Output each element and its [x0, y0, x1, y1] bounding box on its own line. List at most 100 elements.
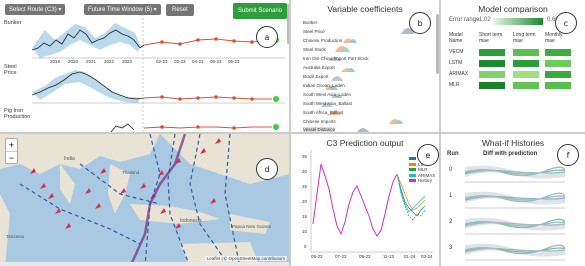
variable-label: Steel Price: [303, 29, 325, 34]
x-tick: 07-23: [335, 254, 347, 259]
legend-label: MLR: [418, 167, 428, 172]
legend-swatch: [409, 173, 416, 177]
variable-label: Bunker: [303, 20, 318, 25]
x-tick: 2023: [122, 59, 133, 64]
panel-label-e: e: [417, 144, 439, 166]
model-name: LSTM: [449, 60, 463, 66]
mae-cell: [479, 49, 505, 56]
legend-item: History: [409, 178, 439, 184]
x-tick: 01-24: [404, 254, 416, 259]
run-diff-chart[interactable]: [465, 187, 565, 209]
panel-model-comparison: Model comparison Error range 1.02 0.69 M…: [440, 0, 585, 133]
mae-cell: [513, 49, 539, 56]
variable-label: Vessel Distance: [303, 127, 336, 132]
y-tick: 35: [302, 154, 308, 159]
run-diff-chart[interactable]: [465, 213, 565, 235]
run-label[interactable]: 0: [449, 167, 452, 173]
x-tick: 2022: [104, 59, 115, 64]
y-tick: 10: [302, 229, 308, 234]
y-tick: 30: [302, 169, 308, 174]
run-label[interactable]: 2: [449, 219, 452, 225]
model-name: ARIMAX: [449, 71, 469, 77]
error-range-label: Error range: [449, 17, 480, 23]
run-label[interactable]: 1: [449, 193, 452, 199]
mae-cell: [479, 82, 505, 89]
x-tick: 09-23: [359, 254, 371, 259]
map-attribution: Leaflet | © OpenStreetMap contributors: [204, 256, 287, 261]
col-header-run: Run: [447, 151, 459, 157]
map-place-label: Indonesia: [180, 218, 202, 224]
col-header-short: Short term mae: [479, 32, 503, 44]
variable-label: Brazil Export: [303, 74, 329, 79]
mae-cell: [513, 71, 539, 78]
x-tick: 11-23: [383, 254, 395, 259]
mae-cell: [545, 60, 571, 67]
x-tick: 05-23: [311, 254, 323, 259]
panel-label-c: c: [555, 12, 577, 34]
zoom-in-button[interactable]: +: [6, 139, 17, 152]
x-tick: 2021: [86, 59, 97, 64]
panel-label-f: f: [557, 144, 579, 166]
variable-label: Australia Export: [303, 65, 335, 70]
map-scrollbar[interactable]: [0, 262, 289, 266]
x-tick: 2019: [50, 59, 61, 64]
zoom-out-button[interactable]: −: [6, 152, 17, 164]
legend-swatch: [409, 157, 416, 160]
x-tick: 05-23: [210, 59, 222, 64]
x-tick: 04-23: [192, 59, 204, 64]
variable-label: Steel Stock: [303, 47, 326, 52]
run-diff-chart[interactable]: [465, 161, 565, 183]
panel-label-b: b: [409, 12, 431, 34]
time-series-chart: [31, 14, 285, 132]
legend-swatch: [409, 168, 416, 171]
variable-label: South West Asia_Laden: [303, 92, 351, 97]
model-name: VECM: [449, 49, 464, 55]
mae-cell: [545, 49, 571, 56]
mae-cell: [513, 60, 539, 67]
map-place-label: Papua New Guinea: [232, 224, 272, 229]
mae-cell: [479, 71, 505, 78]
x-tick: 2020: [68, 59, 79, 64]
x-tick: 06-23: [228, 59, 240, 64]
y-tick: 5: [304, 244, 307, 249]
mae-cell: [545, 71, 571, 78]
y-tick: 20: [302, 199, 308, 204]
col-header-model: Model Name: [449, 32, 463, 44]
col-header-long: Long term mae: [513, 32, 536, 44]
shipping-map[interactable]: [0, 134, 290, 266]
model-name: MLR: [449, 82, 460, 88]
scrollbar[interactable]: [436, 14, 439, 74]
variable-label: South West Asia_Ballast: [303, 101, 352, 106]
legend-swatch: [409, 162, 416, 166]
x-tick: 02-23: [156, 59, 168, 64]
error-range-min: 1.02: [479, 17, 491, 23]
panel-variable-coefficients: Variable coefficients Bunker Steel Price…: [290, 0, 440, 133]
y-tick: 15: [302, 214, 308, 219]
panel-time-series: Select Route (C3) ▾ Future Time Window (…: [0, 0, 290, 133]
x-tick: 03-23: [174, 59, 186, 64]
mae-cell: [545, 82, 571, 89]
map-place-label: Tanzania: [6, 234, 25, 239]
zoom-control: + −: [5, 138, 18, 164]
panel-prediction-output: C3 Prediction output VECM LSTM MLR ARIMA…: [290, 133, 440, 266]
run-label[interactable]: 3: [449, 245, 452, 251]
error-range-gradient: [493, 18, 543, 25]
variable-label: South Africa_Ballast: [303, 110, 344, 115]
mae-cell: [513, 82, 539, 89]
panel-label-d: d: [256, 158, 278, 180]
col-header-diff: Diff with prediction: [483, 151, 538, 157]
x-tick: 03-24: [421, 254, 433, 259]
panel-map[interactable]: + − India Thailand Indonesia Papua New G…: [0, 133, 290, 266]
legend-swatch: [409, 179, 416, 182]
variable-label: Iron Ore China Import Port Stock: [303, 56, 369, 61]
map-place-label: India: [64, 156, 75, 162]
map-place-label: Thailand: [122, 170, 140, 175]
variable-label: Indian Ocean_Laden: [303, 83, 345, 88]
legend-label: ARIMAX: [418, 172, 436, 178]
variable-label: Chinese Imports: [303, 119, 336, 124]
variable-label: Chinese Production: [303, 38, 343, 43]
mae-cell: [479, 60, 505, 67]
run-diff-chart[interactable]: [465, 239, 565, 261]
y-tick: 25: [302, 184, 308, 189]
legend-label: History: [418, 178, 433, 183]
